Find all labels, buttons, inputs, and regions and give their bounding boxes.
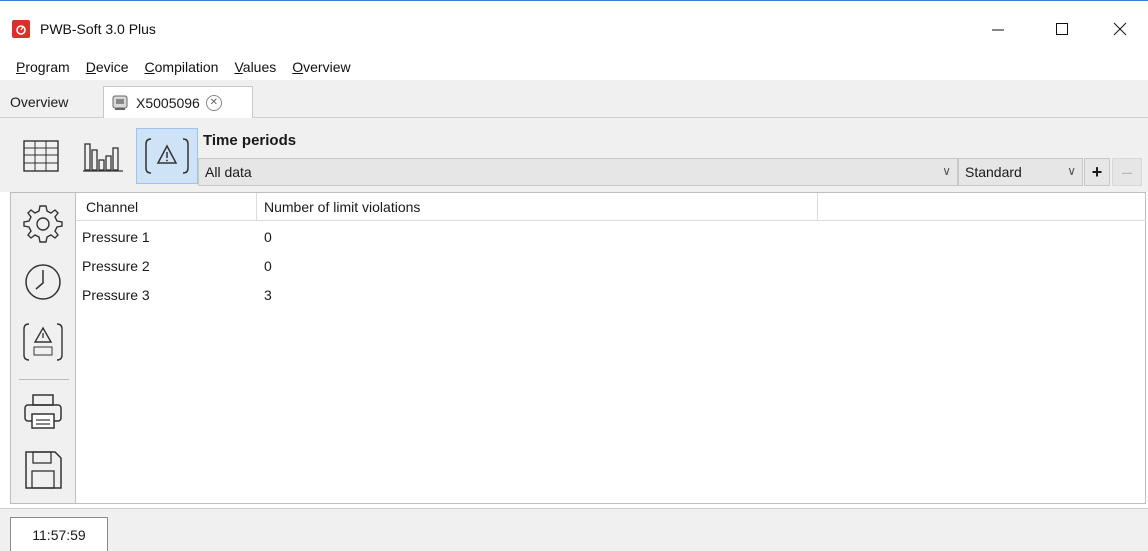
tab-strip: Overview X5005096 ✕ (0, 80, 1148, 118)
table-header: Channel Number of limit violations (76, 193, 1146, 221)
remove-button[interactable]: – (1112, 158, 1142, 186)
tab-overview-label: Overview (10, 94, 69, 110)
results-table: Channel Number of limit violations Press… (76, 192, 1146, 504)
toolbar: Time periods All data ∨ Standard ∨ + – (0, 118, 1148, 192)
app-logo-icon (12, 20, 30, 38)
cell-channel: Pressure 2 (82, 258, 150, 274)
cell-violations: 0 (264, 229, 272, 245)
gear-icon (23, 205, 63, 243)
limit-violations-view-button[interactable] (136, 128, 198, 184)
save-button[interactable] (17, 445, 69, 495)
close-icon (1113, 22, 1127, 36)
time-period-value: All data (205, 164, 252, 180)
cell-violations: 0 (264, 258, 272, 274)
time-button[interactable] (17, 257, 69, 307)
table-grid-icon (23, 140, 59, 172)
cell-violations: 3 (264, 287, 272, 303)
limit-time-icon (23, 323, 63, 361)
side-toolbar (10, 192, 76, 504)
warning-bracket-icon (145, 138, 189, 174)
table-row[interactable]: Pressure 2 0 (76, 252, 1146, 280)
menu-device-rest: evice (95, 59, 129, 75)
tab-close-icon[interactable]: ✕ (205, 94, 222, 111)
tab-overview[interactable]: Overview (10, 86, 102, 118)
maximize-icon (1056, 23, 1068, 35)
close-button[interactable] (1100, 15, 1140, 43)
sidebar-divider (19, 379, 69, 380)
menu-program-rest: rogram (25, 59, 70, 75)
tab-device-label: X5005096 (136, 94, 200, 111)
time-periods-label: Time periods (203, 132, 297, 149)
column-header-violations[interactable]: Number of limit violations (264, 199, 420, 215)
tab-device[interactable]: X5005096 ✕ (103, 86, 253, 118)
add-button[interactable]: + (1084, 158, 1110, 186)
cell-channel: Pressure 3 (82, 287, 150, 303)
status-time: 11:57:59 (10, 517, 108, 551)
chevron-down-icon: ∨ (1067, 164, 1076, 178)
minimize-button[interactable] (978, 15, 1018, 43)
chevron-down-icon: ∨ (942, 164, 951, 178)
limit-time-button[interactable] (17, 317, 69, 367)
bar-chart-view-button[interactable] (72, 128, 134, 184)
menu-bar: Program Device Compilation Values Overvi… (0, 56, 1148, 78)
time-period-select[interactable]: All data ∨ (198, 158, 958, 186)
table-view-button[interactable] (10, 128, 72, 184)
minimize-icon (992, 29, 1004, 31)
cell-channel: Pressure 1 (82, 229, 150, 245)
profile-value: Standard (965, 164, 1022, 180)
print-button[interactable] (17, 387, 69, 437)
clock-icon (25, 264, 61, 300)
printer-icon (24, 394, 62, 429)
title-bar: PWB-Soft 3.0 Plus (0, 0, 1148, 56)
save-icon (25, 451, 62, 489)
device-icon (112, 95, 128, 110)
status-bar: 11:57:59 (0, 508, 1148, 551)
column-header-channel[interactable]: Channel (86, 199, 138, 215)
column-separator[interactable] (256, 193, 257, 221)
menu-compilation[interactable]: Compilation (145, 59, 219, 75)
menu-values-rest: alues (242, 59, 277, 75)
menu-device[interactable]: Device (86, 59, 129, 75)
menu-compilation-rest: ompilation (154, 59, 219, 75)
settings-button[interactable] (17, 199, 69, 249)
table-row[interactable]: Pressure 3 3 (76, 281, 1146, 309)
profile-select[interactable]: Standard ∨ (958, 158, 1083, 186)
menu-program[interactable]: Program (16, 59, 70, 75)
window-title: PWB-Soft 3.0 Plus (40, 21, 156, 37)
menu-overview[interactable]: Overview (292, 59, 350, 75)
column-separator[interactable] (817, 193, 818, 221)
table-row[interactable]: Pressure 1 0 (76, 223, 1146, 251)
menu-overview-rest: verview (303, 59, 351, 75)
bar-chart-icon (83, 143, 123, 172)
maximize-button[interactable] (1042, 15, 1082, 43)
menu-values[interactable]: Values (234, 59, 276, 75)
